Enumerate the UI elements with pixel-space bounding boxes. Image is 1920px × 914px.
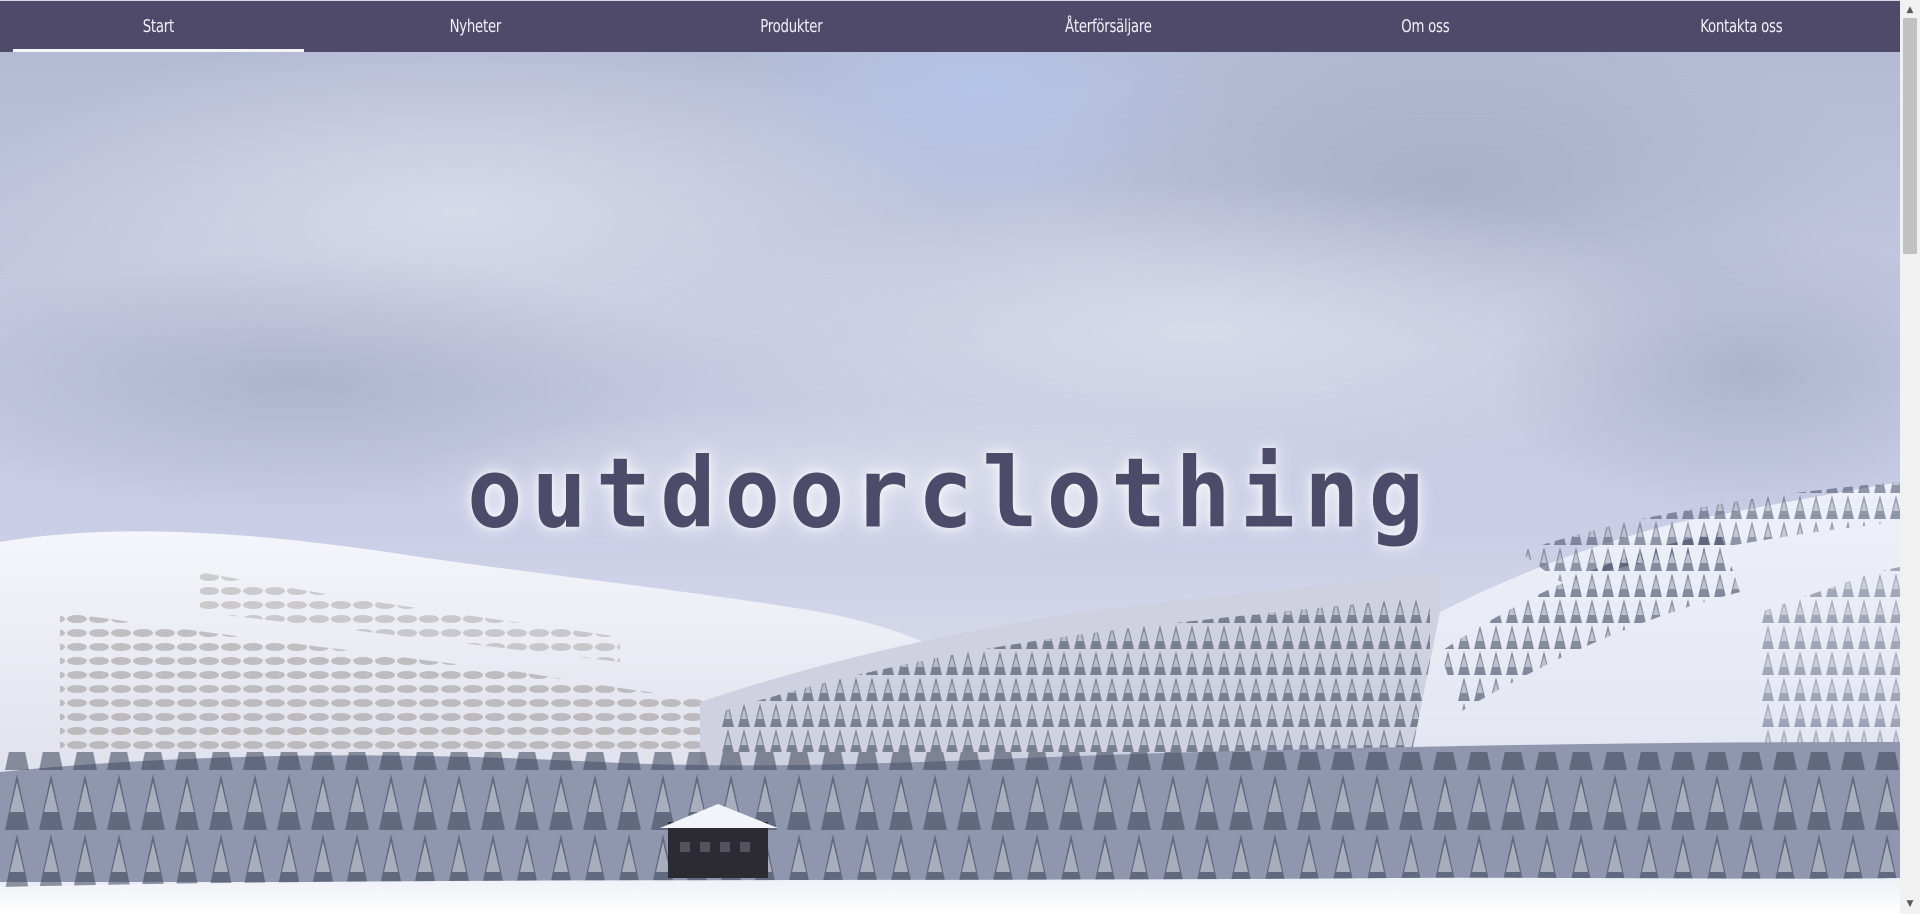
scrollbar-thumb[interactable] xyxy=(1903,18,1917,254)
nav-item-om-oss[interactable]: Om oss xyxy=(1295,1,1555,52)
nav-item-nyheter[interactable]: Nyheter xyxy=(345,1,605,52)
nav-item-aterforsaljare[interactable]: Återförsäljare xyxy=(979,1,1239,52)
main-nav: Start Nyheter Produkter Återförsäljare O… xyxy=(0,0,1900,52)
chevron-down-icon[interactable]: ▼ xyxy=(1900,896,1920,912)
page: Start Nyheter Produkter Återförsäljare O… xyxy=(0,0,1920,914)
viewport: Start Nyheter Produkter Återförsäljare O… xyxy=(0,0,1900,914)
vertical-scrollbar[interactable]: ▲ ▼ xyxy=(1900,0,1920,914)
nav-item-kontakta-oss[interactable]: Kontakta oss xyxy=(1612,1,1872,52)
hero-title: outdoorclothing xyxy=(467,437,1433,550)
nav-item-produkter[interactable]: Produkter xyxy=(662,1,922,52)
chevron-up-icon[interactable]: ▲ xyxy=(1900,2,1920,18)
hero-banner: outdoorclothing xyxy=(0,52,1900,914)
nav-item-start[interactable]: Start xyxy=(12,1,304,52)
